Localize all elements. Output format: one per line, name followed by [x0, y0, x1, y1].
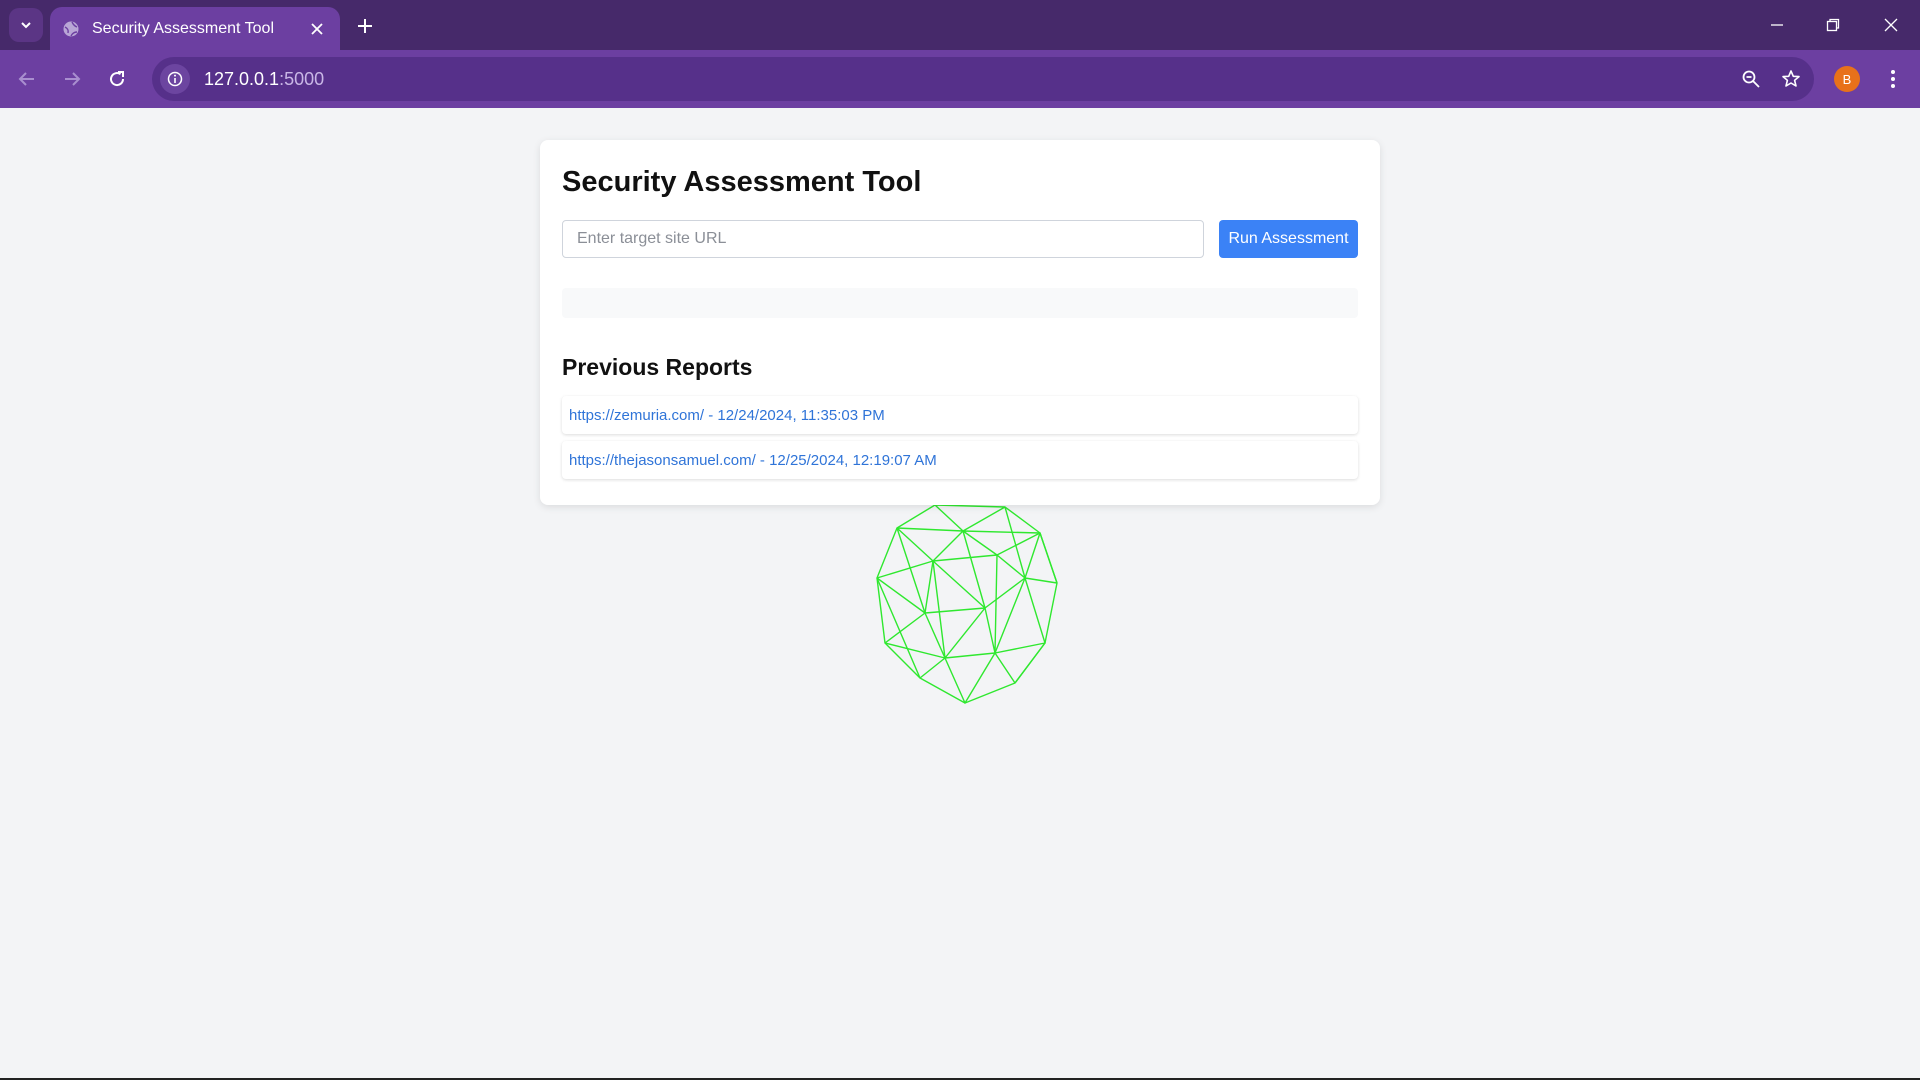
zoom-out-icon[interactable] — [1734, 62, 1768, 96]
info-icon[interactable] — [160, 64, 190, 94]
restore-icon — [1826, 18, 1840, 32]
back-button[interactable] — [10, 62, 44, 96]
new-tab-button[interactable] — [350, 11, 380, 41]
url-port: :5000 — [279, 68, 325, 89]
address-bar[interactable]: 127.0.0.1:5000 — [152, 57, 1814, 101]
previous-reports-heading: Previous Reports — [562, 354, 753, 380]
star-icon[interactable] — [1774, 62, 1808, 96]
profile-avatar[interactable]: B — [1834, 66, 1860, 92]
minimize-button[interactable] — [1754, 8, 1800, 42]
report-link[interactable]: https://zemuria.com/ - 12/24/2024, 11:35… — [569, 407, 885, 424]
report-link[interactable]: https://thejasonsamuel.com/ - 12/25/2024… — [569, 452, 937, 469]
browser-toolbar: 127.0.0.1:5000 B — [0, 50, 1920, 108]
close-icon — [1884, 18, 1898, 32]
run-assessment-button[interactable]: Run Assessment — [1219, 220, 1358, 258]
browser-tabstrip: Security Assessment Tool — [0, 0, 1920, 50]
plus-icon — [358, 19, 372, 33]
kebab-menu-icon[interactable] — [1876, 62, 1910, 96]
url-text: 127.0.0.1:5000 — [204, 69, 1734, 90]
minimize-icon — [1771, 24, 1783, 26]
page-title: Security Assessment Tool — [562, 166, 922, 198]
chevron-down-icon — [21, 22, 31, 29]
list-item[interactable]: https://thejasonsamuel.com/ - 12/25/2024… — [562, 441, 1358, 479]
reload-icon — [110, 71, 125, 87]
assessment-form: Run Assessment — [562, 220, 1358, 258]
wireframe-sphere-graphic — [876, 504, 1058, 704]
close-window-button[interactable] — [1868, 8, 1914, 42]
close-icon[interactable] — [306, 18, 328, 40]
report-list: https://zemuria.com/ - 12/24/2024, 11:35… — [562, 396, 1358, 479]
restore-button[interactable] — [1810, 8, 1856, 42]
results-container — [562, 288, 1358, 318]
forward-button[interactable] — [55, 62, 89, 96]
assessment-card: Security Assessment Tool Run Assessment … — [540, 140, 1380, 505]
reload-button[interactable] — [100, 62, 134, 96]
target-url-input[interactable] — [562, 220, 1204, 258]
arrow-left-icon — [18, 72, 34, 86]
list-item[interactable]: https://zemuria.com/ - 12/24/2024, 11:35… — [562, 396, 1358, 434]
tab-search-button[interactable] — [9, 8, 43, 42]
url-host: 127.0.0.1 — [204, 68, 280, 89]
page-viewport: Security Assessment Tool Run Assessment … — [0, 108, 1920, 1078]
arrow-right-icon — [65, 72, 81, 86]
globe-icon — [62, 20, 80, 38]
tab-title: Security Assessment Tool — [92, 19, 275, 37]
browser-tab[interactable]: Security Assessment Tool — [50, 7, 340, 50]
